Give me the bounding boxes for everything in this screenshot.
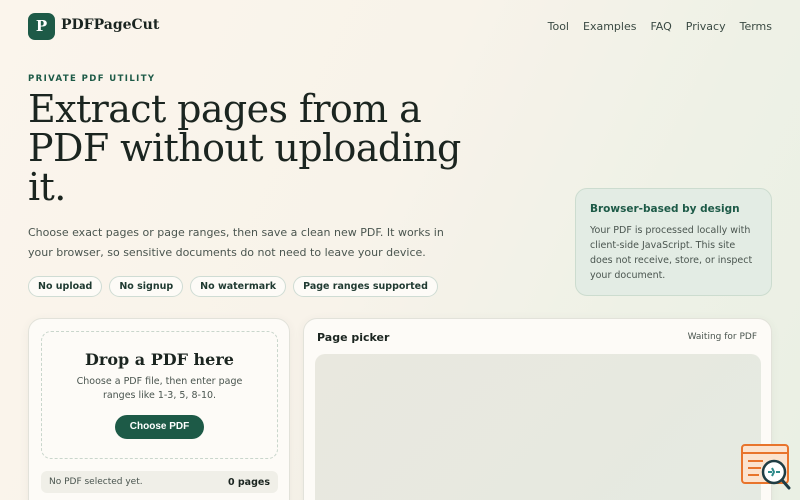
- pdf-dropzone[interactable]: Drop a PDF here Choose a PDF file, then …: [41, 331, 278, 459]
- file-status-text: No PDF selected yet.: [49, 477, 143, 487]
- brand-name[interactable]: PDFPageCut: [61, 17, 159, 33]
- search-list-icon[interactable]: [741, 444, 791, 490]
- file-status-bar: No PDF selected yet. 0 pages: [41, 471, 278, 493]
- page-title: Extract pages from a PDF without uploadi…: [28, 87, 461, 209]
- pill-no-signup: No signup: [109, 276, 184, 297]
- main-nav: Tool Examples FAQ Privacy Terms: [548, 20, 772, 33]
- feature-pills: No upload No signup No watermark Page ra…: [28, 276, 438, 297]
- site-header: P PDFPageCut Tool Examples FAQ Privacy T…: [28, 13, 772, 41]
- dropzone-title: Drop a PDF here: [85, 350, 234, 369]
- hero-description: Choose exact pages or page ranges, then …: [28, 226, 444, 259]
- nav-link-examples[interactable]: Examples: [583, 20, 636, 33]
- info-card-title: Browser-based by design: [590, 203, 740, 215]
- pill-page-ranges: Page ranges supported: [293, 276, 438, 297]
- page-thumbnail-area: [315, 354, 761, 500]
- page-count: 0 pages: [227, 476, 270, 488]
- page-picker-status: Waiting for PDF: [687, 332, 757, 342]
- nav-link-privacy[interactable]: Privacy: [686, 20, 726, 33]
- privacy-info-card: Browser-based by design Your PDF is proc…: [575, 188, 772, 296]
- upload-panel: Drop a PDF here Choose a PDF file, then …: [28, 318, 290, 500]
- eyebrow-label: PRIVATE PDF UTILITY: [28, 74, 156, 84]
- pill-no-upload: No upload: [28, 276, 103, 297]
- logo-icon[interactable]: P: [28, 13, 55, 40]
- nav-link-terms[interactable]: Terms: [740, 20, 772, 33]
- page-picker-title: Page picker: [317, 331, 390, 344]
- dropzone-help-text: Choose a PDF file, then enter page range…: [76, 376, 243, 401]
- info-card-text: Your PDF is processed locally with clien…: [590, 225, 753, 281]
- nav-link-tool[interactable]: Tool: [548, 20, 569, 33]
- nav-link-faq[interactable]: FAQ: [650, 20, 671, 33]
- choose-pdf-button[interactable]: Choose PDF: [114, 415, 205, 439]
- page-picker-panel: Page picker Waiting for PDF: [303, 318, 772, 500]
- pill-no-watermark: No watermark: [190, 276, 287, 297]
